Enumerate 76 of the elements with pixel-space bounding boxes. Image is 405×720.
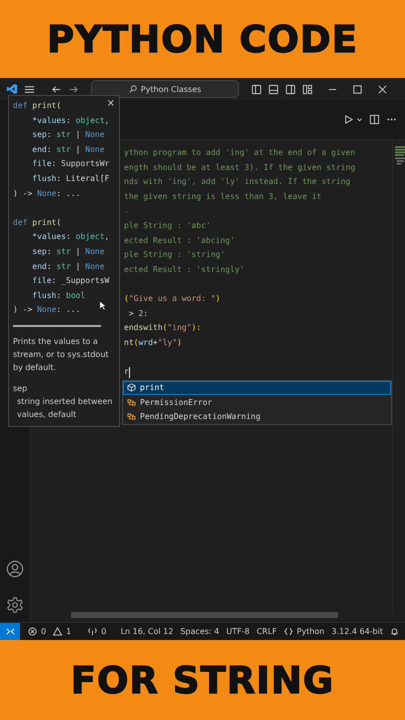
code-line: the given string is less than 3, leave it xyxy=(124,190,322,203)
banner-title: PYTHON CODE xyxy=(46,18,358,60)
forward-arrow-icon[interactable] xyxy=(68,84,79,94)
indentation[interactable]: Spaces: 4 xyxy=(180,627,220,636)
mouse-pointer-icon xyxy=(99,300,106,311)
suggestion-item[interactable]: print xyxy=(123,380,391,395)
remote-button[interactable] xyxy=(0,623,20,640)
code-line: ected Result : 'abcing' xyxy=(124,234,235,247)
signature-line: flush: Literal[F xyxy=(31,172,110,185)
class-icon xyxy=(127,412,136,422)
suggestion-item[interactable]: PendingDeprecationWarning xyxy=(123,410,391,424)
signature-line: file: _SupportsW xyxy=(31,275,110,288)
signature-line: *values: object, xyxy=(31,114,110,127)
signature-line: flush: bool xyxy=(31,290,86,302)
code-line: > 2: xyxy=(128,308,148,320)
signature-line: sep: str | None xyxy=(31,246,105,258)
class-icon xyxy=(127,398,136,407)
horizontal-scrollbar[interactable] xyxy=(71,612,338,618)
code-line: ython program to add 'ing' at the end of a given xyxy=(124,147,356,159)
error-count[interactable]: 0 xyxy=(41,627,46,636)
code-line: . xyxy=(124,205,129,218)
search-icon xyxy=(128,85,137,93)
code-line: ("Give us a word: ") xyxy=(124,292,220,305)
warning-count[interactable]: 1 xyxy=(66,627,72,636)
signature-line: end: str | None xyxy=(31,260,105,273)
signature-line: file: SupportsWr xyxy=(31,158,110,170)
encoding[interactable]: UTF-8 xyxy=(226,627,250,636)
warning-icon[interactable] xyxy=(53,627,62,636)
braces-icon[interactable] xyxy=(284,627,293,636)
customize-layout-icon[interactable] xyxy=(302,84,313,94)
line-ending[interactable]: CRLF xyxy=(256,627,277,636)
signature-line: ) -> None: ... xyxy=(13,304,80,316)
signature-line: def print( xyxy=(13,216,62,229)
suggestion-item[interactable]: PermissionError xyxy=(123,395,391,410)
signature-line: sep: str | None xyxy=(31,129,105,142)
text-cursor xyxy=(128,366,130,378)
close-button[interactable]: × xyxy=(106,98,115,110)
chevron-down-icon[interactable] xyxy=(356,116,363,123)
cube-icon xyxy=(127,383,136,392)
editor-logo-icon[interactable] xyxy=(6,83,18,95)
remote-icon xyxy=(6,627,14,636)
account-icon[interactable] xyxy=(6,560,24,578)
description-text: Prints the values to a stream, or to sys.stdout by default. xyxy=(13,336,110,374)
signature-line: def print( xyxy=(13,100,62,112)
layout-icon[interactable] xyxy=(285,84,296,94)
code-line: r xyxy=(124,366,129,378)
settings-icon[interactable] xyxy=(6,596,24,614)
layout-icon[interactable] xyxy=(251,84,262,94)
back-arrow-icon[interactable] xyxy=(51,84,62,94)
code-line: nt(wrd+"ly") xyxy=(124,336,182,349)
interpreter-version[interactable]: 3.12.4 64-bit xyxy=(332,627,383,636)
code-line: endswith("ing"): xyxy=(124,322,202,334)
bell-icon[interactable] xyxy=(390,627,399,636)
parameter-description: string inserted between values, default xyxy=(16,396,114,420)
code-line: ple String : 'abc' xyxy=(124,220,211,232)
parameter-name: sep xyxy=(13,382,28,394)
signature-line: ) -> None: ... xyxy=(13,188,80,200)
ports-count[interactable]: 0 xyxy=(101,627,106,636)
code-line: ength should be at least 3). If the given string xyxy=(124,162,356,174)
cursor-position[interactable]: Ln 16, Col 12 xyxy=(120,627,174,636)
layout-icon[interactable] xyxy=(268,84,279,94)
banner-title: FOR STRING xyxy=(70,658,334,702)
search-field[interactable]: Python Classes xyxy=(91,80,239,98)
error-icon[interactable] xyxy=(28,627,37,636)
code-line: ple String : 'string' xyxy=(124,249,226,262)
menu-icon[interactable] xyxy=(24,84,35,94)
run-icon[interactable] xyxy=(343,114,354,125)
language-mode[interactable]: Python xyxy=(296,627,324,636)
code-line: ected Result : 'stringly' xyxy=(124,264,244,276)
code-line: nds with 'ing', add 'ly' instead. If the string xyxy=(124,176,350,188)
close-icon[interactable] xyxy=(377,84,388,94)
signature-line: *values: object, xyxy=(31,231,110,244)
antenna-icon[interactable] xyxy=(88,627,98,636)
maximize-icon[interactable] xyxy=(352,84,363,94)
signature-line: end: str | None xyxy=(31,144,105,156)
split-editor-icon[interactable] xyxy=(369,114,380,125)
